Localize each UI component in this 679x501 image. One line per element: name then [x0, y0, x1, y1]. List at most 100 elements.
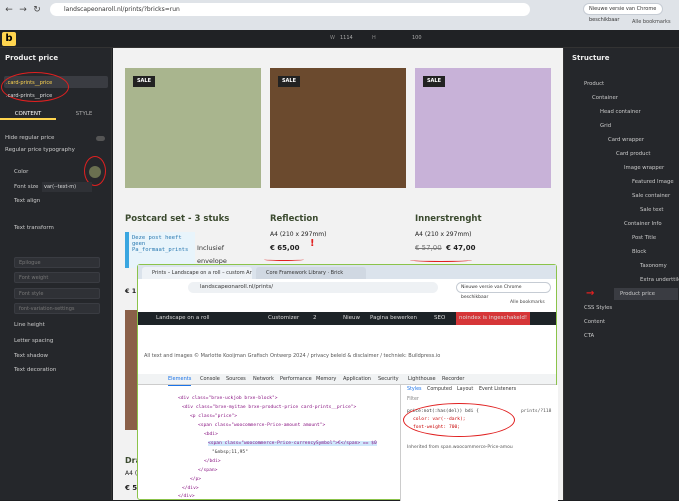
product-price: € 47,00 — [446, 244, 476, 252]
tree-item-sale-text[interactable]: Sale text — [640, 204, 663, 216]
wp-admin-bar: Landscape on a roll Customizer 2 Nieuw P… — [138, 312, 556, 325]
tree-item-card-product[interactable]: Card product — [616, 148, 650, 160]
tab-console[interactable]: Console — [200, 374, 220, 385]
wp-noindex[interactable]: noindex is ingeschakeld! — [456, 312, 531, 325]
font-style-select[interactable]: Font style — [14, 288, 100, 299]
wp-customizer[interactable]: Customizer — [268, 312, 299, 325]
wp-edit-page[interactable]: Pagina bewerken — [370, 312, 417, 325]
annotation-circle — [403, 403, 515, 437]
tab-prints[interactable]: Prints – Landscape on a roll – custom Ar… — [142, 267, 252, 279]
font-family-select[interactable]: Epilogue — [14, 257, 100, 268]
annotation-arrow: → — [586, 288, 595, 299]
dom-line[interactable]: </div> — [182, 486, 199, 491]
dom-line[interactable]: </span> — [198, 468, 217, 473]
tab-style[interactable]: STYLE — [56, 108, 112, 120]
inclusief-text: Inclusief — [197, 244, 225, 252]
tab-network[interactable]: Network — [253, 374, 274, 385]
tab-lighthouse[interactable]: Lighthouse — [408, 374, 436, 385]
dom-line[interactable]: </p> — [190, 477, 201, 482]
tree-item-product[interactable]: Product — [584, 78, 604, 90]
product-title[interactable]: Postcard set - 3 stuks — [125, 214, 229, 224]
tree-item-cta[interactable]: CTA — [584, 330, 594, 342]
element-panel: Product price .card-prints__price .card-… — [0, 48, 112, 500]
dom-line[interactable]: <p class="price"> — [190, 414, 237, 419]
product-size: A4 (210 x 297mm) — [270, 231, 327, 238]
tree-item-product-price[interactable]: Product price — [614, 288, 678, 300]
dom-line[interactable]: <div class="brxe-uckjob brxe-block"> — [178, 396, 278, 401]
tree-item-head-container[interactable]: Head container — [600, 106, 641, 118]
hide-regular-toggle[interactable] — [96, 136, 105, 141]
all-bookmarks[interactable]: Alle bookmarks — [510, 300, 545, 305]
dom-line[interactable]: <bdi> — [204, 432, 218, 437]
dom-line[interactable]: </bdi> — [204, 459, 221, 464]
tree-item-block[interactable]: Block — [632, 246, 646, 258]
tab-application[interactable]: Application — [343, 374, 371, 385]
width-value[interactable]: 1114 — [340, 35, 353, 41]
reload-icon[interactable]: ↻ — [31, 4, 43, 16]
bricks-logo[interactable]: b — [2, 32, 16, 46]
tree-item-extra-underttile[interactable]: Extra underttile — [640, 274, 679, 286]
tab-styles[interactable]: Styles — [407, 387, 422, 392]
text-decoration-label: Text decoration — [14, 367, 57, 373]
tab-performance[interactable]: Performance — [280, 374, 312, 385]
tree-item-content[interactable]: Content — [584, 316, 605, 328]
tab-content[interactable]: CONTENT — [0, 108, 56, 120]
sale-badge: SALE — [278, 76, 300, 87]
font-size-input[interactable]: var(--text-m) — [42, 182, 92, 192]
letter-spacing-label: Letter spacing — [14, 338, 54, 344]
tab-memory[interactable]: Memory — [316, 374, 336, 385]
dom-line[interactable]: "&nbsp;11,95" — [212, 450, 248, 455]
address-bar[interactable]: landscapeonaroll.nl/prints/?bricks=run — [50, 3, 530, 16]
font-variation-input[interactable]: font-variation-settings — [14, 303, 100, 314]
font-size-label: Font size — [14, 184, 39, 190]
page-footer-text: All text and images © Marlotte Kooijman … — [144, 353, 441, 359]
tab-layout[interactable]: Layout — [457, 387, 473, 392]
tree-item-post-title[interactable]: Post Title — [632, 232, 656, 244]
font-weight-select[interactable]: Font weight — [14, 272, 100, 283]
address-bar[interactable]: landscapeonaroll.nl/prints/ — [188, 282, 438, 293]
tab-core-framework[interactable]: Core Framework Library · Brick — [256, 267, 366, 279]
tree-item-container[interactable]: Container — [592, 92, 618, 104]
inherited-label: Inherited from span.woocommerce-Price-am… — [407, 445, 513, 450]
tree-item-taxonomy[interactable]: Taxonomy — [640, 260, 667, 272]
tree-item-container-info[interactable]: Container Info — [624, 218, 662, 230]
regular-typography-label[interactable]: Regular price typography — [5, 147, 75, 153]
tab-elements[interactable]: Elements — [168, 374, 192, 386]
browser-tabs: Prints – Landscape on a roll – custom Ar… — [138, 265, 556, 279]
tab-security[interactable]: Security — [378, 374, 399, 385]
wp-seo[interactable]: SEO — [434, 312, 445, 325]
update-chrome-button[interactable]: Nieuwe versie van Chrome beschikbaar — [456, 282, 551, 300]
notice-text: Deze post heeft geen Pa_formaat_prints — [129, 232, 195, 268]
tree-item-sale-container[interactable]: Sale container — [632, 190, 670, 202]
dom-line-selected[interactable]: <span class="woocommerce-Price-currencyS… — [208, 441, 377, 446]
tab-event-listeners[interactable]: Event Listeners — [479, 387, 516, 392]
forward-icon[interactable]: → — [17, 4, 29, 16]
hide-regular-label: Hide regular price — [5, 135, 55, 141]
tree-item-card-wrapper[interactable]: Card wrapper — [608, 134, 644, 146]
dom-line[interactable]: <span class="woocommerce-Price-amount am… — [198, 423, 325, 428]
styles-filter[interactable]: Filter — [407, 397, 419, 402]
class-chip[interactable]: .card-prints__price — [6, 93, 52, 99]
wp-site-name[interactable]: Landscape on a roll — [156, 312, 210, 325]
back-icon[interactable]: ← — [3, 4, 15, 16]
devtools-window: Prints – Landscape on a roll – custom Ar… — [137, 264, 558, 501]
style-source[interactable]: prints/?118 — [521, 409, 551, 414]
tree-item-image-wrapper[interactable]: Image wrapper — [624, 162, 664, 174]
scale-value[interactable]: 100 — [412, 35, 422, 41]
notice-box: Deze post heeft geen Pa_formaat_prints — [125, 232, 195, 268]
tree-item-css-styles[interactable]: CSS Styles — [584, 302, 612, 314]
tree-item-grid[interactable]: Grid — [600, 120, 611, 132]
update-chrome-button[interactable]: Nieuwe versie van Chrome beschikbaar — [583, 3, 663, 23]
wp-comments[interactable]: 2 — [313, 312, 317, 325]
tab-computed[interactable]: Computed — [427, 387, 452, 392]
wp-new[interactable]: Nieuw — [343, 312, 360, 325]
tab-sources[interactable]: Sources — [226, 374, 246, 385]
dom-line[interactable]: <div class="brxe-myitae brxe-product-pri… — [182, 405, 356, 410]
tab-recorder[interactable]: Recorder — [442, 374, 464, 385]
tree-item-featured-image[interactable]: Featured Image — [632, 176, 674, 188]
product-title[interactable]: Reflection — [270, 214, 318, 224]
dom-line[interactable]: </div> — [178, 494, 195, 499]
all-bookmarks[interactable]: Alle bookmarks — [632, 19, 671, 25]
structure-title: Structure — [572, 54, 610, 62]
product-title[interactable]: Innerstrenght — [415, 214, 482, 224]
